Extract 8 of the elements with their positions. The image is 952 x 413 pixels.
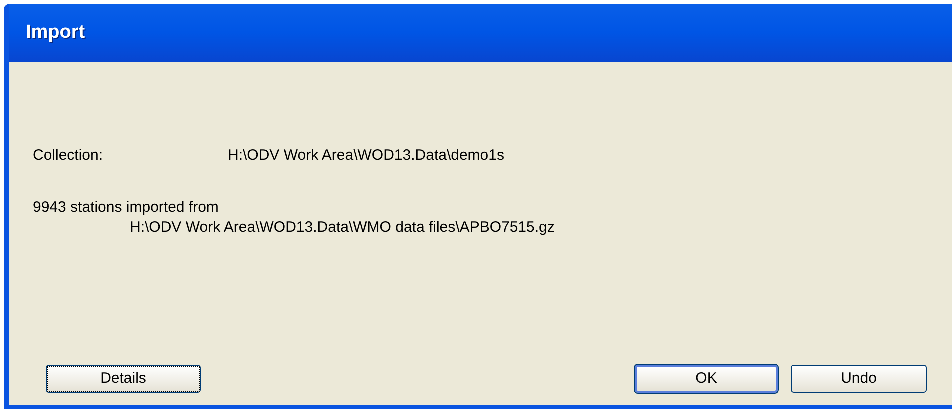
collection-path: H:\ODV Work Area\WOD13.Data\demo1s bbox=[228, 146, 504, 166]
import-summary: 9943 stations imported from bbox=[33, 198, 219, 218]
dialog-button[interactable]: OK bbox=[635, 365, 778, 393]
dialog-button[interactable]: Undo bbox=[791, 365, 927, 393]
window-title: Import bbox=[26, 20, 86, 45]
dialog-button[interactable]: Details bbox=[46, 365, 201, 393]
collection-label: Collection: bbox=[33, 146, 104, 166]
source-path: H:\ODV Work Area\WOD13.Data\WMO data files\APBO7515.gz bbox=[130, 218, 555, 238]
